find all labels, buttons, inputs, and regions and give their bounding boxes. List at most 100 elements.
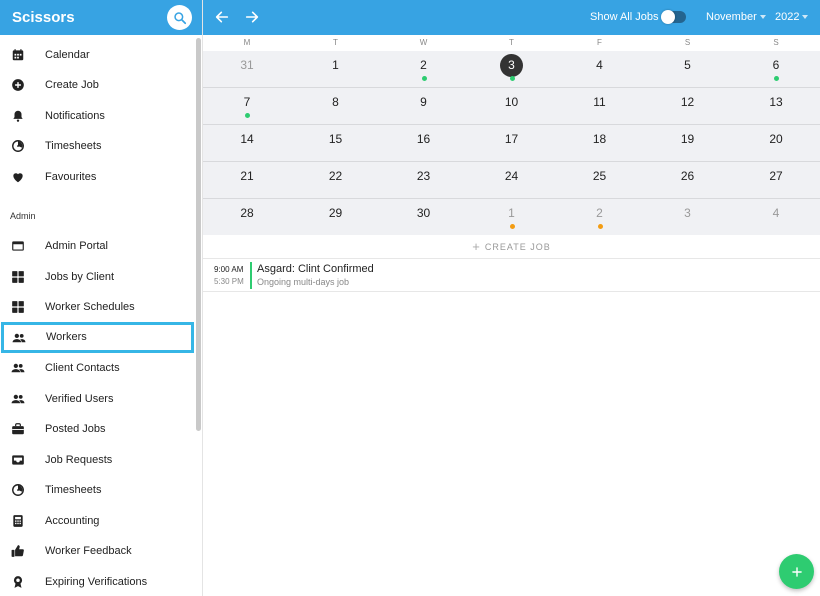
sidebar-item-workers[interactable]: Workers: [1, 321, 194, 353]
calendar-day[interactable]: 30: [409, 199, 439, 229]
add-circle-icon: [11, 78, 25, 92]
calendar-day[interactable]: 8: [321, 88, 351, 118]
calendar-day[interactable]: 3: [673, 199, 703, 229]
sidebar-item-label: Worker Schedules: [45, 301, 135, 313]
timer-icon: [11, 139, 25, 153]
calendar-day[interactable]: 12: [673, 88, 703, 118]
sidebar-item-create-job[interactable]: Create Job: [0, 71, 194, 99]
calendar-day[interactable]: 27: [761, 162, 791, 192]
show-all-jobs-label: Show All Jobs: [590, 11, 659, 23]
calendar-day[interactable]: 7: [232, 88, 262, 118]
day-number: 12: [680, 94, 695, 109]
calendar-day[interactable]: 4: [585, 51, 615, 81]
search-button[interactable]: [167, 5, 192, 30]
sidebar-item-jobs-by-client[interactable]: Jobs by Client: [0, 263, 194, 291]
sidebar-item-accounting[interactable]: Accounting: [0, 507, 194, 535]
day-number: 15: [328, 131, 343, 146]
weekday-label: F: [597, 38, 602, 47]
weekday-label: T: [333, 38, 338, 47]
calendar-day[interactable]: 22: [321, 162, 351, 192]
calendar-day[interactable]: 5: [673, 51, 703, 81]
calendar-day[interactable]: 2: [409, 51, 439, 81]
sidebar-item-favourites[interactable]: Favourites: [0, 163, 194, 191]
calendar-day[interactable]: 11: [585, 88, 615, 118]
calendar-day-today[interactable]: 3: [497, 51, 527, 81]
sidebar-item-posted-jobs[interactable]: Posted Jobs: [0, 415, 194, 443]
calendar-day[interactable]: 9: [409, 88, 439, 118]
sidebar-item-admin-portal[interactable]: Admin Portal: [0, 232, 194, 260]
caret-down-icon: [759, 15, 766, 20]
sidebar-item-worker-feedback[interactable]: Worker Feedback: [0, 537, 194, 565]
create-job-button[interactable]: + CREATE JOB: [203, 235, 820, 259]
sidebar-item-label: Client Contacts: [45, 362, 120, 374]
calendar-day[interactable]: 25: [585, 162, 615, 192]
event-dot: [245, 112, 250, 118]
calendar-day[interactable]: 23: [409, 162, 439, 192]
sidebar-item-timesheets[interactable]: Timesheets: [0, 132, 194, 160]
day-number: 19: [680, 131, 695, 146]
calendar-day[interactable]: 24: [497, 162, 527, 192]
day-number: 14: [240, 131, 254, 146]
calendar-day[interactable]: 10: [497, 88, 527, 118]
month-value: November: [706, 11, 757, 23]
calendar-day[interactable]: 6: [761, 51, 791, 81]
sidebar: Scissors Calendar Create Job Notifications…: [0, 0, 203, 596]
calendar-day[interactable]: 1: [497, 199, 527, 229]
calendar-day[interactable]: 1: [321, 51, 351, 81]
calendar-day[interactable]: 31: [232, 51, 262, 81]
sidebar-item-label: Admin Portal: [45, 240, 108, 252]
day-number: 20: [769, 131, 783, 146]
prev-month-arrow-icon[interactable]: [214, 9, 230, 25]
sidebar-item-label: Verified Users: [45, 392, 114, 405]
weekday-label: T: [509, 38, 514, 47]
grid-icon: [11, 270, 25, 284]
show-all-jobs-toggle[interactable]: [661, 10, 686, 24]
weekday-label: S: [773, 38, 779, 47]
add-fab-button[interactable]: [779, 554, 814, 589]
next-month-arrow-icon[interactable]: [244, 9, 260, 25]
day-number: 16: [416, 131, 431, 146]
sidebar-item-client-contacts[interactable]: Client Contacts: [0, 354, 194, 382]
sidebar-item-label: Posted Jobs: [45, 423, 106, 435]
day-number: 7: [243, 94, 251, 109]
calendar-day[interactable]: 13: [761, 88, 791, 118]
sidebar-item-label: Timesheets: [45, 484, 102, 496]
sidebar-item-calendar[interactable]: Calendar: [0, 41, 194, 69]
event-dot: [597, 223, 603, 229]
year-select[interactable]: 2022: [775, 11, 809, 23]
event-dot: [509, 76, 515, 81]
calendar-day[interactable]: 28: [232, 199, 262, 229]
calendar-day[interactable]: 26: [673, 162, 703, 192]
sidebar-item-expiring-verifications[interactable]: Expiring Verifications: [0, 568, 194, 596]
sidebar-item-job-requests[interactable]: Job Requests: [0, 446, 194, 474]
sidebar-item-label: Calendar: [45, 49, 90, 61]
day-number: 1: [332, 58, 339, 72]
sidebar-item-worker-schedules[interactable]: Worker Schedules: [0, 293, 194, 321]
calendar-day[interactable]: 15: [321, 125, 351, 155]
calendar-day[interactable]: 14: [232, 125, 262, 155]
sidebar-item-verified-users[interactable]: Verified Users: [0, 385, 194, 413]
calendar-day[interactable]: 20: [761, 125, 791, 155]
day-number: 4: [772, 205, 780, 220]
calendar-day[interactable]: 18: [585, 125, 615, 155]
job-list-item[interactable]: 9:00 AM 5:30 PM Asgard: Clint Confirmed …: [203, 259, 820, 292]
sidebar-item-label: Accounting: [45, 514, 100, 527]
section-label-admin: Admin: [10, 211, 36, 221]
sidebar-item-label: Workers: [46, 331, 87, 343]
calendar-day[interactable]: 2: [585, 199, 615, 229]
app-title: Scissors: [12, 9, 75, 26]
day-number: 29: [328, 205, 343, 220]
calendar-day[interactable]: 16: [409, 125, 439, 155]
sidebar-scrollbar[interactable]: [196, 38, 201, 431]
month-select[interactable]: November: [706, 11, 766, 23]
calendar-day[interactable]: 4: [761, 199, 791, 229]
calendar-day[interactable]: 29: [321, 199, 351, 229]
sidebar-item-timesheets[interactable]: Timesheets: [0, 476, 194, 504]
calendar-day[interactable]: 19: [673, 125, 703, 155]
calendar-day[interactable]: 17: [497, 125, 527, 155]
sidebar-header: Scissors: [0, 0, 202, 35]
day-number: 27: [769, 168, 783, 183]
plus-icon: +: [472, 239, 480, 254]
sidebar-item-notifications[interactable]: Notifications: [0, 102, 194, 130]
calendar-day[interactable]: 21: [232, 162, 262, 192]
